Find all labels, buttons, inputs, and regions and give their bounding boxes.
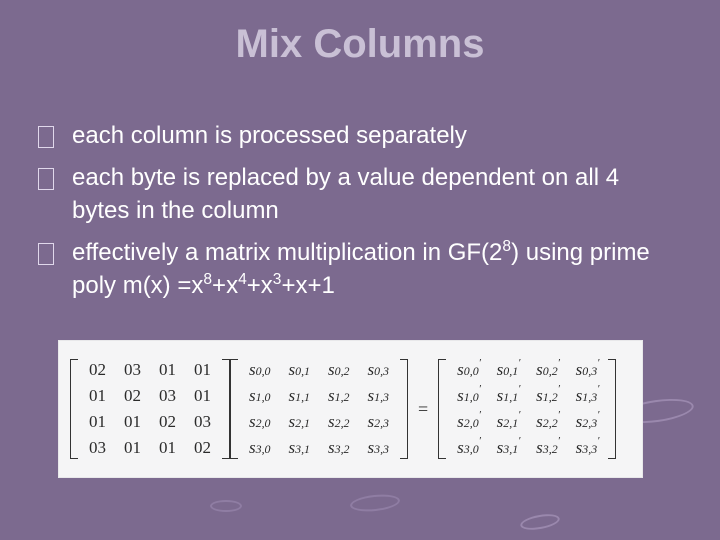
const-matrix-table: 02030101010203010101020303010102	[80, 357, 220, 461]
bullet-marker	[38, 168, 54, 190]
result-matrix: s0,0ʹs0,1ʹs0,2ʹs0,3ʹs1,0ʹs1,1ʹs1,2ʹs1,3ʹ…	[438, 357, 616, 461]
slide: Mix Columns each column is processed sep…	[0, 0, 720, 540]
result-matrix-table: s0,0ʹs0,1ʹs0,2ʹs0,3ʹs1,0ʹs1,1ʹs1,2ʹs1,3ʹ…	[448, 357, 606, 461]
bullet-item: each byte is replaced by a value depende…	[38, 162, 682, 227]
state-matrix: s0,0s0,1s0,2s0,3s1,0s1,1s1,2s1,3s2,0s2,1…	[230, 357, 408, 461]
bullet-list: each column is processed separately each …	[38, 120, 682, 312]
equation-image: 02030101010203010101020303010102 s0,0s0,…	[58, 340, 643, 478]
bullet-marker	[38, 243, 54, 265]
slide-title: Mix Columns	[0, 22, 720, 67]
bullet-item: each column is processed separately	[38, 120, 682, 152]
bullet-text: effectively a matrix multiplication in G…	[72, 239, 650, 298]
bullet-text: each column is processed separately	[72, 122, 467, 149]
bullet-item: effectively a matrix multiplication in G…	[38, 237, 682, 302]
decor-ellipse	[519, 512, 561, 533]
equals-sign: =	[408, 399, 438, 420]
bullet-text: each byte is replaced by a value depende…	[72, 164, 619, 223]
decor-ellipse	[210, 500, 242, 512]
bullet-marker	[38, 126, 54, 148]
state-matrix-table: s0,0s0,1s0,2s0,3s1,0s1,1s1,2s1,3s2,0s2,1…	[240, 357, 398, 461]
decor-ellipse	[349, 492, 400, 513]
const-matrix: 02030101010203010101020303010102	[70, 357, 230, 461]
